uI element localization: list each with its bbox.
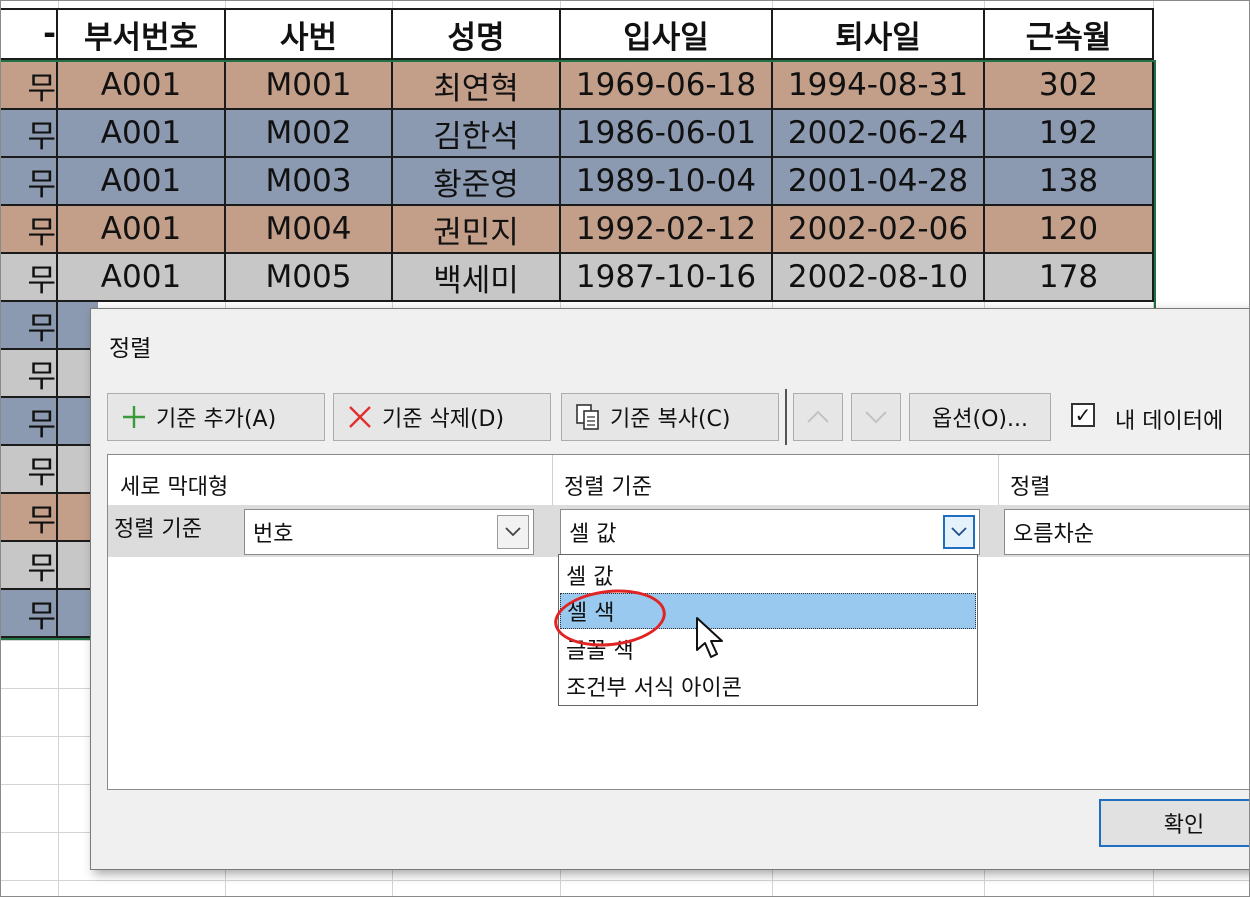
table-cell-emp[interactable]: M005 [226, 254, 393, 302]
table-cell-name[interactable]: 최연혁 [393, 62, 561, 110]
grid-header-order: 정렬 [1010, 475, 1051, 500]
sort-on-select[interactable]: 셀 값 [560, 509, 980, 555]
table-cell-hire[interactable]: 1989-10-04 [561, 158, 773, 206]
partial-cell[interactable]: 무 [0, 206, 58, 254]
table-cell-hire[interactable]: 1987-10-16 [561, 254, 773, 302]
partial-cell[interactable]: 무 [0, 158, 58, 206]
table-cell-name[interactable]: 황준영 [393, 158, 561, 206]
partial-cell[interactable]: 무 [0, 254, 58, 302]
option-font-color[interactable]: 글꼴 색 [560, 631, 976, 667]
table-cell-leave[interactable]: 2002-06-24 [773, 110, 985, 158]
option-cell-values[interactable]: 셀 값 [560, 557, 976, 593]
partial-cell[interactable]: 무 [0, 398, 58, 446]
table-cell-name[interactable]: 김한석 [393, 110, 561, 158]
partial-cell[interactable]: 무 [0, 62, 58, 110]
column-select-value: 번호 [253, 522, 294, 547]
table-cell-dept[interactable]: A001 [58, 206, 226, 254]
options-button[interactable]: 옵션(O)... [909, 393, 1051, 441]
table-cell-hire[interactable]: 1986-06-01 [561, 110, 773, 158]
copy-level-button[interactable]: 기준 복사(C) [561, 393, 779, 441]
sort-on-dropdown-list: 셀 값 셀 색 글꼴 색 조건부 서식 아이콘 [558, 554, 978, 706]
partial-cell[interactable]: 무 [0, 446, 58, 494]
order-select[interactable]: 오름차순 [1004, 509, 1250, 555]
options-label: 옵션(O)... [932, 407, 1028, 432]
delete-x-icon [344, 401, 376, 433]
has-headers-label: 내 데이터에 [1115, 409, 1224, 434]
header-emp-no[interactable]: 사번 [226, 8, 393, 60]
grid-header-column: 세로 막대형 [120, 475, 229, 500]
chevron-down-icon[interactable] [497, 515, 529, 549]
has-headers-checkbox[interactable]: ✓ [1071, 403, 1095, 427]
column-select[interactable]: 번호 [244, 509, 534, 555]
header-months[interactable]: 근속월 [985, 8, 1154, 60]
plus-icon [118, 401, 150, 433]
delete-level-button[interactable]: 기준 삭제(D) [333, 393, 551, 441]
sort-level-row-label: 정렬 기준 [114, 517, 202, 542]
header-dept-no[interactable]: 부서번호 [58, 8, 226, 60]
table-cell-dept[interactable]: A001 [58, 62, 226, 110]
table-cell-emp[interactable]: M004 [226, 206, 393, 254]
order-select-value: 오름차순 [1013, 522, 1094, 547]
header-partial-cell[interactable]: - [0, 8, 58, 60]
partial-cell[interactable]: 무 [0, 542, 58, 590]
grid-header-sort-on: 정렬 기준 [564, 475, 652, 500]
table-cell-name[interactable]: 백세미 [393, 254, 561, 302]
ok-label: 확인 [1163, 813, 1205, 838]
partial-cell[interactable]: 무 [0, 350, 58, 398]
table-cell-leave[interactable]: 2002-02-06 [773, 206, 985, 254]
option-conditional-icon[interactable]: 조건부 서식 아이콘 [560, 668, 976, 704]
table-cell-emp[interactable]: M001 [226, 62, 393, 110]
delete-level-label: 기준 삭제(D) [382, 407, 505, 432]
table-cell-months[interactable]: 138 [985, 158, 1154, 206]
toolbar-separator [785, 389, 787, 445]
table-cell-dept[interactable]: A001 [58, 110, 226, 158]
table-cell-name[interactable]: 권민지 [393, 206, 561, 254]
copy-level-label: 기준 복사(C) [610, 407, 731, 432]
table-cell-leave[interactable]: 2002-08-10 [773, 254, 985, 302]
add-level-button[interactable]: 기준 추가(A) [107, 393, 325, 441]
header-hire-date[interactable]: 입사일 [561, 8, 773, 60]
ok-button[interactable]: 확인 [1099, 799, 1250, 847]
table-cell-emp[interactable]: M002 [226, 110, 393, 158]
copy-icon [572, 401, 604, 433]
move-down-button[interactable] [851, 393, 901, 441]
table-cell-dept[interactable]: A001 [58, 254, 226, 302]
partial-cell[interactable]: 무 [0, 110, 58, 158]
table-cell-months[interactable]: 192 [985, 110, 1154, 158]
add-level-label: 기준 추가(A) [156, 407, 277, 432]
header-name[interactable]: 성명 [393, 8, 561, 60]
partial-cell[interactable]: 무 [0, 590, 58, 638]
header-leave-date[interactable]: 퇴사일 [773, 8, 985, 60]
dialog-title: 정렬 [109, 336, 152, 362]
table-cell-months[interactable]: 302 [985, 62, 1154, 110]
table-cell-hire[interactable]: 1969-06-18 [561, 62, 773, 110]
table-cell-months[interactable]: 120 [985, 206, 1154, 254]
table-cell-hire[interactable]: 1992-02-12 [561, 206, 773, 254]
sort-on-select-value: 셀 값 [569, 522, 617, 547]
partial-cell[interactable]: 무 [0, 302, 58, 350]
chevron-down-icon[interactable] [943, 515, 975, 549]
table-cell-leave[interactable]: 1994-08-31 [773, 62, 985, 110]
chevron-up-icon [807, 410, 829, 423]
chevron-down-icon [865, 411, 887, 424]
move-up-button[interactable] [793, 393, 843, 441]
table-cell-months[interactable]: 178 [985, 254, 1154, 302]
table-cell-emp[interactable]: M003 [226, 158, 393, 206]
table-cell-leave[interactable]: 2001-04-28 [773, 158, 985, 206]
table-cell-dept[interactable]: A001 [58, 158, 226, 206]
option-cell-color[interactable]: 셀 색 [560, 593, 976, 629]
partial-cell[interactable]: 무 [0, 494, 58, 542]
